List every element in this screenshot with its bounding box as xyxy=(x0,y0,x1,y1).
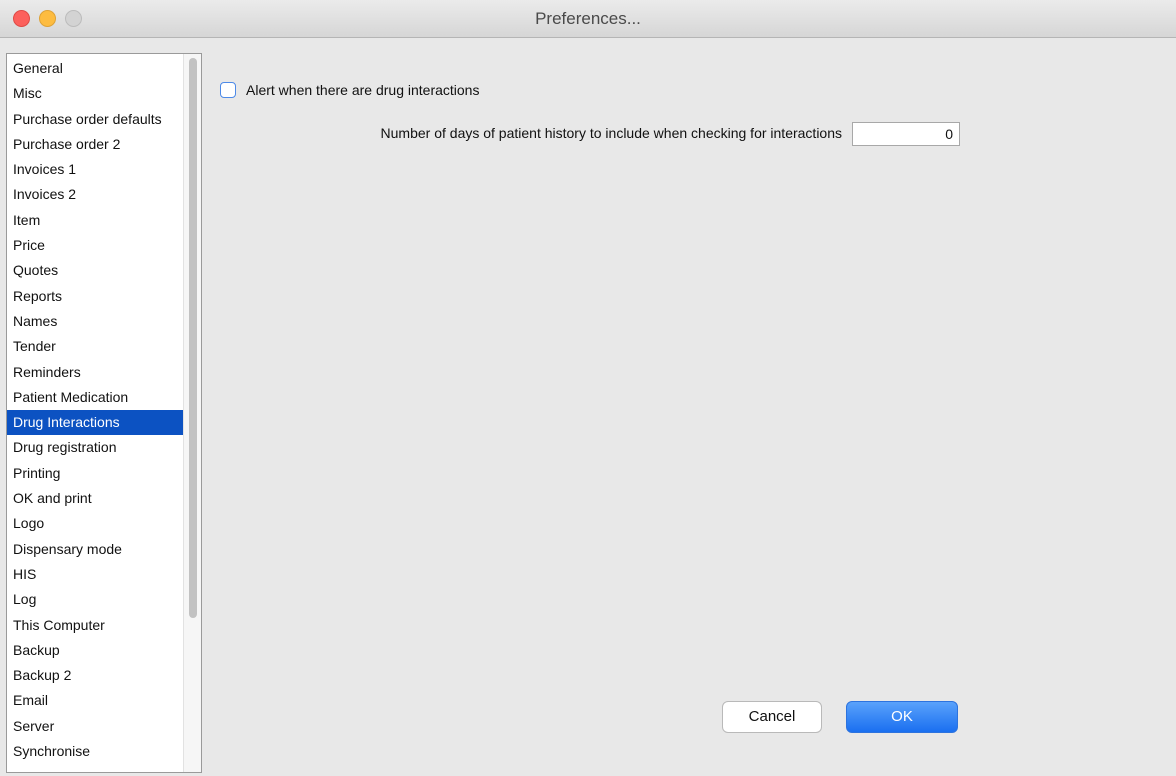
preferences-category-list[interactable]: General Misc Purchase order defaults Purcha… xyxy=(6,53,202,773)
sidebar-item-invoices-1[interactable]: Invoices 1 xyxy=(7,157,183,182)
sidebar-item-general[interactable]: General xyxy=(7,56,183,81)
sidebar-item-logo[interactable]: Logo xyxy=(7,511,183,536)
sidebar-scroll-thumb[interactable] xyxy=(189,58,197,618)
sidebar-item-price[interactable]: Price xyxy=(7,233,183,258)
history-days-input[interactable] xyxy=(852,122,960,146)
sidebar-item-his[interactable]: HIS xyxy=(7,562,183,587)
sidebar-item-item[interactable]: Item xyxy=(7,208,183,233)
preferences-content-panel: Alert when there are drug interactions N… xyxy=(202,38,1176,776)
sidebar-item-misc[interactable]: Misc xyxy=(7,81,183,106)
sidebar-item-log[interactable]: Log xyxy=(7,587,183,612)
sidebar-item-purchase-order-defaults[interactable]: Purchase order defaults xyxy=(7,107,183,132)
sidebar-item-drug-interactions[interactable]: Drug Interactions xyxy=(7,410,183,436)
sidebar-item-this-computer[interactable]: This Computer xyxy=(7,613,183,638)
title-bar: Preferences... xyxy=(0,0,1176,38)
sidebar-item-dispensary-mode[interactable]: Dispensary mode xyxy=(7,537,183,562)
category-list-items: General Misc Purchase order defaults Purcha… xyxy=(7,56,183,764)
sidebar-item-ok-and-print[interactable]: OK and print xyxy=(7,486,183,511)
sidebar-item-email[interactable]: Email xyxy=(7,688,183,713)
alert-drug-interactions-checkbox[interactable] xyxy=(220,82,236,98)
sidebar-item-patient-medication[interactable]: Patient Medication xyxy=(7,385,183,410)
sidebar-item-reminders[interactable]: Reminders xyxy=(7,360,183,385)
cancel-button[interactable]: Cancel xyxy=(722,701,822,733)
preferences-window: Preferences... General Misc Purchase order… xyxy=(0,0,1176,776)
sidebar-item-server[interactable]: Server xyxy=(7,714,183,739)
alert-drug-interactions-label[interactable]: Alert when there are drug interactions xyxy=(246,82,479,98)
ok-button[interactable]: OK xyxy=(846,701,958,733)
sidebar-item-tender[interactable]: Tender xyxy=(7,334,183,359)
sidebar-item-names[interactable]: Names xyxy=(7,309,183,334)
sidebar-item-printing[interactable]: Printing xyxy=(7,461,183,486)
sidebar-item-drug-registration[interactable]: Drug registration xyxy=(7,435,183,460)
alert-drug-interactions-option[interactable]: Alert when there are drug interactions xyxy=(220,80,479,100)
window-title: Preferences... xyxy=(535,9,641,28)
sidebar-item-invoices-2[interactable]: Invoices 2 xyxy=(7,182,183,207)
sidebar-scrollbar[interactable] xyxy=(183,54,201,772)
sidebar-item-purchase-order-2[interactable]: Purchase order 2 xyxy=(7,132,183,157)
sidebar-item-backup-2[interactable]: Backup 2 xyxy=(7,663,183,688)
history-days-label: Number of days of patient history to inc… xyxy=(380,125,842,141)
sidebar-item-quotes[interactable]: Quotes xyxy=(7,258,183,283)
sidebar-item-reports[interactable]: Reports xyxy=(7,284,183,309)
sidebar-item-synchronise[interactable]: Synchronise xyxy=(7,739,183,764)
sidebar-item-backup[interactable]: Backup xyxy=(7,638,183,663)
